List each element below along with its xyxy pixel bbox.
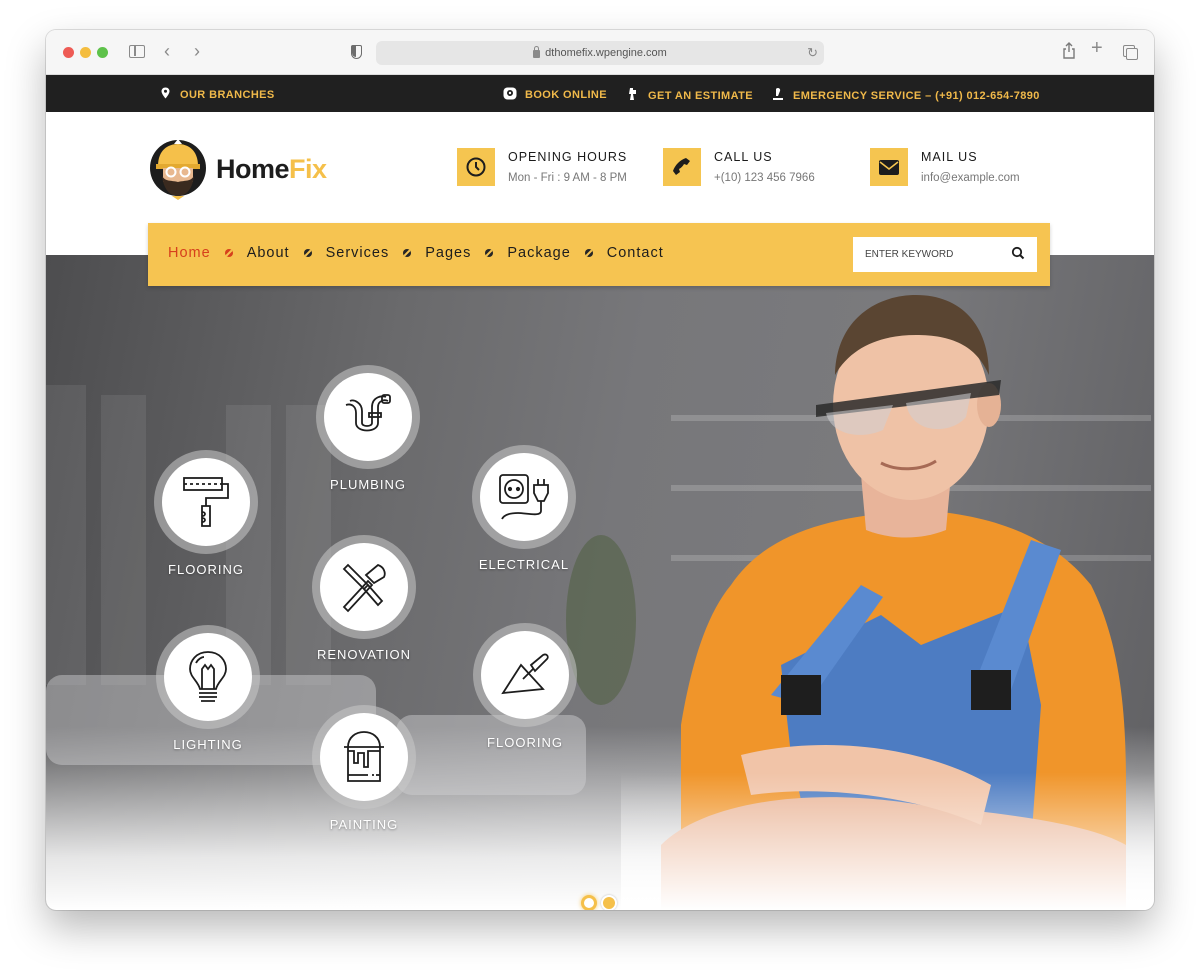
our-branches-link[interactable]: OUR BRANCHES — [158, 87, 275, 102]
handyman-photo — [621, 285, 1154, 910]
service-plumbing[interactable]: PLUMBING — [316, 365, 420, 492]
sidebar-icon[interactable] — [129, 45, 145, 58]
service-label: RENOVATION — [316, 647, 412, 662]
nav-separator-icon — [584, 249, 593, 257]
service-label: ELECTRICAL — [478, 557, 570, 572]
close-window-button[interactable] — [63, 47, 74, 58]
new-tab-icon[interactable]: + — [1091, 38, 1103, 58]
mail-us-info: MAIL US info@example.com — [870, 148, 1020, 186]
pipe-icon — [345, 394, 391, 432]
emergency-service-label: EMERGENCY SERVICE – (+91) 012-654-7890 — [793, 89, 1040, 102]
url-text: dthomefix.wpengine.com — [545, 47, 667, 59]
logo-text: HomeFix — [216, 154, 327, 185]
nav-separator-icon — [485, 249, 494, 257]
service-flooring-roller[interactable]: FLOORING — [154, 450, 258, 577]
search-input[interactable] — [865, 249, 1005, 260]
emergency-service-link[interactable]: EMERGENCY SERVICE – (+91) 012-654-7890 — [771, 87, 1040, 104]
search-box — [853, 237, 1037, 272]
browser-toolbar: ‹ › dthomefix.wpengine.com ↻ + — [46, 30, 1154, 75]
service-renovation[interactable]: RENOVATION — [312, 535, 416, 662]
opening-hours-info: OPENING HOURS Mon - Fri : 9 AM - 8 PM — [457, 148, 627, 186]
forward-icon[interactable]: › — [194, 42, 200, 60]
service-painting[interactable]: PAINTING — [312, 705, 416, 832]
our-branches-label: OUR BRANCHES — [180, 88, 275, 101]
address-bar[interactable]: dthomefix.wpengine.com ↻ — [376, 41, 824, 65]
handyman-logo-icon — [148, 138, 208, 200]
main-navigation: Home About Services Pages Package Contac… — [148, 223, 1050, 286]
background-window — [46, 385, 86, 685]
shield-icon[interactable] — [351, 45, 362, 59]
slide-dot-2[interactable] — [601, 895, 617, 910]
nav-item-services[interactable]: Services — [326, 245, 390, 261]
mail-us-title: MAIL US — [921, 150, 978, 164]
nav-separator-icon — [403, 249, 412, 257]
minimize-window-button[interactable] — [80, 47, 91, 58]
service-label: LIGHTING — [173, 737, 243, 752]
clock-icon — [457, 148, 495, 186]
service-label: PAINTING — [329, 817, 399, 832]
service-label: FLOORING — [168, 562, 244, 577]
nav-menu: Home About Services Pages Package Contac… — [168, 245, 664, 261]
slider-pagination — [581, 895, 617, 910]
slide-dot-1[interactable] — [581, 895, 597, 910]
drill-icon — [626, 87, 640, 104]
service-lighting[interactable]: LIGHTING — [156, 625, 260, 752]
tape-measure-icon — [503, 87, 517, 103]
nav-item-package[interactable]: Package — [507, 245, 570, 261]
hero-slider: PLUMBING FLOORING ELECTRICAL RENOVATION … — [46, 255, 1154, 910]
map-pin-icon — [158, 87, 172, 102]
lock-icon — [533, 46, 541, 58]
nav-item-contact[interactable]: Contact — [607, 245, 664, 261]
service-label: PLUMBING — [330, 477, 406, 492]
browser-window: ‹ › dthomefix.wpengine.com ↻ + OUR BRANC… — [46, 30, 1154, 910]
back-icon[interactable]: ‹ — [164, 42, 170, 60]
reload-icon[interactable]: ↻ — [807, 45, 818, 61]
tools-icon — [342, 563, 386, 613]
get-estimate-label: GET AN ESTIMATE — [648, 89, 753, 102]
zoom-window-button[interactable] — [97, 47, 108, 58]
call-us-info: CALL US +(10) 123 456 7966 — [663, 148, 815, 186]
book-online-link[interactable]: BOOK ONLINE — [503, 87, 607, 103]
mail-icon — [870, 148, 908, 186]
paint-bucket-icon — [344, 731, 384, 782]
socket-plug-icon — [499, 474, 549, 520]
service-electrical[interactable]: ELECTRICAL — [472, 445, 576, 572]
background-window — [101, 395, 146, 685]
tab-overview-icon[interactable] — [1123, 45, 1138, 60]
logo-text-main: Home — [216, 153, 290, 184]
phone-icon — [663, 148, 701, 186]
share-icon[interactable] — [1062, 42, 1076, 63]
search-icon[interactable] — [1011, 246, 1027, 262]
nav-item-pages[interactable]: Pages — [425, 245, 471, 261]
book-online-label: BOOK ONLINE — [525, 89, 608, 101]
site-logo[interactable]: HomeFix — [148, 138, 327, 200]
trowel-icon — [501, 653, 549, 695]
call-us-title: CALL US — [714, 150, 773, 164]
opening-hours-title: OPENING HOURS — [508, 150, 628, 164]
call-us-value[interactable]: +(10) 123 456 7966 — [714, 172, 815, 184]
nav-item-home[interactable]: Home — [168, 245, 211, 261]
siren-icon — [771, 87, 785, 104]
nav-separator-icon — [303, 249, 312, 257]
top-info-bar: OUR BRANCHES BOOK ONLINE GET AN ESTIMATE… — [46, 75, 1154, 112]
nav-separator-icon — [224, 249, 233, 257]
light-bulb-icon — [189, 651, 227, 702]
mail-us-value[interactable]: info@example.com — [921, 172, 1020, 184]
service-flooring-trowel[interactable]: FLOORING — [473, 623, 577, 750]
service-label: FLOORING — [487, 735, 563, 750]
paint-roller-icon — [183, 477, 229, 527]
get-estimate-link[interactable]: GET AN ESTIMATE — [626, 87, 753, 104]
opening-hours-value: Mon - Fri : 9 AM - 8 PM — [508, 172, 627, 184]
logo-text-accent: Fix — [289, 153, 327, 184]
nav-item-about[interactable]: About — [247, 245, 290, 261]
